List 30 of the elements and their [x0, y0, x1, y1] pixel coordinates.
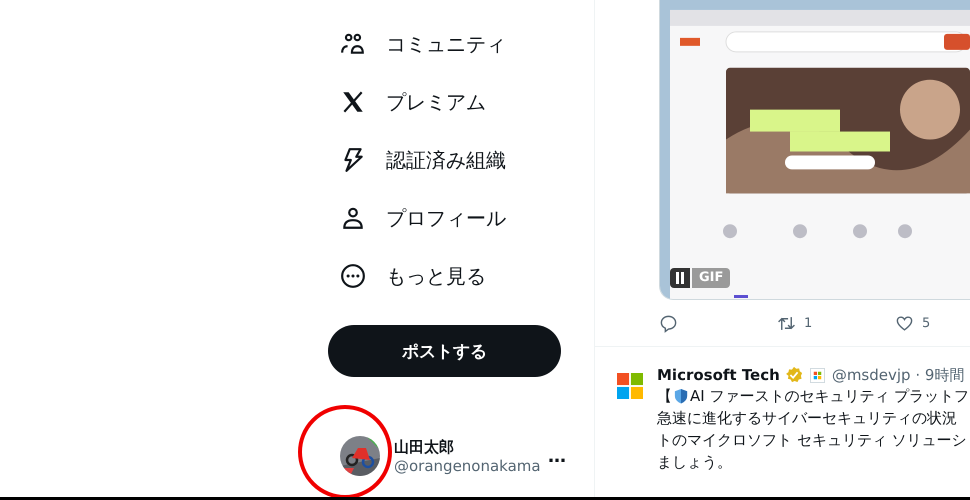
nav-item[interactable]: プレミアム — [340, 73, 486, 131]
nav-item[interactable]: プロフィール — [340, 189, 506, 247]
pause-icon — [675, 272, 685, 284]
tweet-text: 急速に進化するサイバーセキュリティの状況 — [657, 408, 957, 429]
post-button[interactable]: ポストする — [328, 325, 561, 377]
author-name[interactable]: Microsoft Tech — [657, 366, 780, 384]
account-name: 山田太郎 — [394, 438, 454, 456]
nav-item[interactable]: もっと見る — [340, 247, 486, 305]
nav-item[interactable]: コミュニティ — [340, 15, 506, 73]
account-handle: @orangenonakama — [394, 456, 541, 474]
people-icon — [340, 31, 366, 57]
tweet-text: トのマイクロソフト セキュリティ ソリューシ — [657, 430, 967, 451]
avatar[interactable] — [340, 436, 380, 476]
account-menu-button[interactable]: … — [548, 446, 566, 466]
tweet-text: ましょう。 — [657, 452, 732, 473]
windows-logo-icon — [810, 368, 825, 382]
person-icon — [340, 205, 366, 231]
tweet-text: AI ファーストのセキュリティ プラットフ — [690, 386, 970, 407]
handle-and-time: @msdevjp · 9時間 — [832, 366, 964, 384]
windows-logo-avatar[interactable] — [617, 373, 643, 399]
pause-button[interactable] — [670, 268, 690, 288]
more-icon — [340, 263, 366, 289]
action-count: 5 — [922, 316, 930, 330]
tweet-text: 【 — [657, 386, 672, 407]
shield-icon — [674, 388, 688, 404]
reply-icon[interactable] — [659, 314, 678, 332]
nav-item[interactable]: 認証済み組織 — [340, 131, 506, 189]
gif-badge: GIF — [692, 268, 730, 288]
action-count: 1 — [804, 316, 812, 330]
like-icon[interactable] — [895, 314, 914, 332]
